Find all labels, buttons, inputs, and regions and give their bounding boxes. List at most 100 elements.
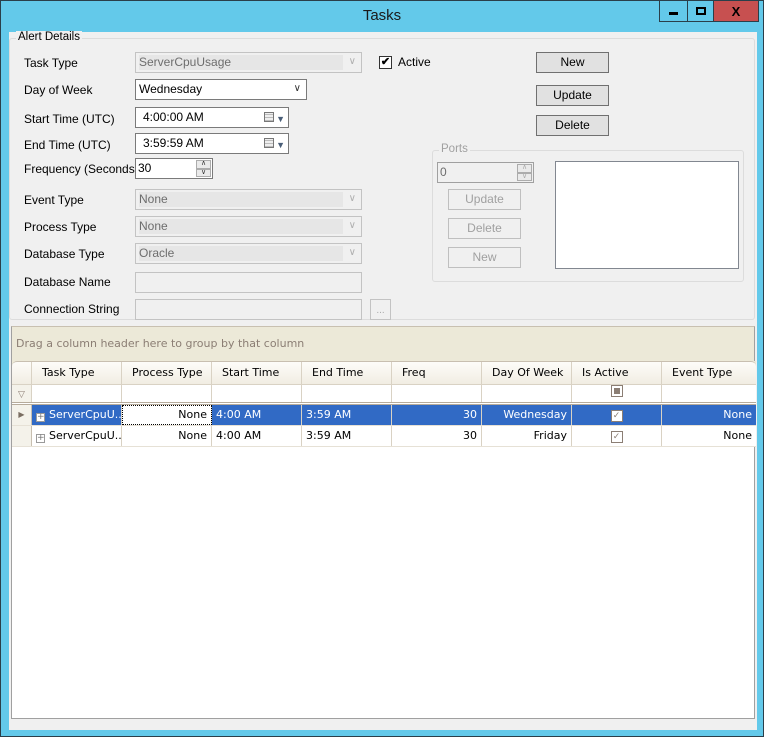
column-header-start-time[interactable]: Start Time	[212, 362, 302, 384]
spin-up-icon[interactable]: ∧	[517, 164, 532, 173]
filter-cell-freq[interactable]	[392, 385, 482, 402]
tasks-grid: Drag a column header here to group by th…	[11, 326, 756, 719]
column-header-freq[interactable]: Freq	[392, 362, 482, 384]
checkbox-checked-icon[interactable]: ✓	[610, 431, 623, 443]
connection-string-label: Connection String	[24, 302, 120, 316]
update-task-button[interactable]: Update	[536, 85, 609, 106]
cell-task-type[interactable]: + ServerCpuU...	[32, 405, 122, 425]
spin-down-icon[interactable]: ∨	[196, 168, 211, 177]
filter-cell-day-of-week[interactable]	[482, 385, 572, 402]
cell-day-of-week[interactable]: Friday	[482, 426, 572, 446]
end-time-label: End Time (UTC)	[24, 138, 111, 152]
row-indicator	[12, 426, 32, 446]
group-by-panel[interactable]: Drag a column header here to group by th…	[12, 327, 754, 361]
cell-freq[interactable]: 30	[392, 426, 482, 446]
column-header-day-of-week[interactable]: Day Of Week	[482, 362, 572, 384]
cell-freq[interactable]: 30	[392, 405, 482, 425]
connection-string-input[interactable]	[135, 299, 362, 320]
chevron-down-icon: ∨	[348, 56, 356, 67]
ports-listbox[interactable]	[555, 161, 739, 269]
cell-task-type[interactable]: + ServerCpuU...	[32, 426, 122, 446]
client-area: Alert Details Task Type ServerCpuUsage ∨…	[9, 31, 757, 730]
minimize-button[interactable]	[659, 1, 687, 22]
event-type-combo[interactable]: None ∨	[135, 189, 362, 210]
cell-is-active[interactable]: ✓	[572, 426, 662, 446]
filter-cell-task-type[interactable]	[32, 385, 122, 402]
delete-task-button[interactable]: Delete	[536, 115, 609, 136]
dropdown-arrow-icon[interactable]: ▼	[276, 110, 285, 129]
task-type-value: ServerCpuUsage	[139, 55, 343, 70]
filter-cell-start-time[interactable]	[212, 385, 302, 402]
column-header-process-type[interactable]: Process Type	[122, 362, 212, 384]
task-type-text: ServerCpuU...	[49, 429, 122, 442]
column-header-is-active[interactable]: Is Active	[572, 362, 662, 384]
dropdown-arrow-icon[interactable]: ▼	[276, 136, 285, 155]
start-time-picker[interactable]: 4:00:00 AM ▼	[135, 107, 289, 128]
table-row[interactable]: ▶ + ServerCpuU... None 4:00 AM 3:59 AM 30…	[12, 405, 756, 426]
port-update-button[interactable]: Update	[448, 189, 521, 210]
filter-cell-end-time[interactable]	[302, 385, 392, 402]
column-header-end-time[interactable]: End Time	[302, 362, 392, 384]
cell-process-type[interactable]: None	[122, 426, 212, 446]
task-type-combo[interactable]: ServerCpuUsage ∨	[135, 52, 362, 73]
process-type-label: Process Type	[24, 220, 97, 234]
active-checkbox[interactable]: ✔ Active	[379, 55, 431, 69]
cell-event-type[interactable]: None	[662, 405, 756, 425]
database-name-input[interactable]	[135, 272, 362, 293]
grid-table: Task Type Process Type Start Time End Ti…	[12, 361, 756, 447]
start-time-value: 4:00:00 AM	[143, 110, 204, 124]
database-name-label: Database Name	[24, 275, 111, 289]
frequency-spinner[interactable]: 30 ∧ ∨	[135, 158, 213, 179]
day-of-week-label: Day of Week	[24, 83, 93, 97]
column-header-event-type[interactable]: Event Type	[662, 362, 756, 384]
process-type-combo[interactable]: None ∨	[135, 216, 362, 237]
maximize-button[interactable]	[687, 1, 713, 22]
cell-process-type[interactable]: None	[122, 405, 212, 425]
filter-cell-process-type[interactable]	[122, 385, 212, 402]
cell-event-type[interactable]: None	[662, 426, 756, 446]
calendar-icon[interactable]	[264, 112, 274, 122]
indeterminate-checkbox-icon[interactable]	[610, 385, 623, 397]
expand-icon[interactable]: +	[36, 434, 45, 443]
ports-legend: Ports	[439, 143, 470, 155]
database-type-label: Database Type	[24, 247, 105, 261]
start-time-label: Start Time (UTC)	[24, 112, 115, 126]
end-time-picker[interactable]: 3:59:59 AM ▼	[135, 133, 289, 154]
cell-end-time[interactable]: 3:59 AM	[302, 426, 392, 446]
row-indicator-header	[12, 362, 32, 384]
port-delete-button[interactable]: Delete	[448, 218, 521, 239]
expand-icon[interactable]: +	[36, 413, 45, 422]
day-of-week-combo[interactable]: Wednesday ∨	[135, 79, 307, 100]
title-bar-buttons: X	[659, 1, 759, 22]
alert-details-legend: Alert Details	[16, 31, 82, 43]
cell-end-time[interactable]: 3:59 AM	[302, 405, 392, 425]
close-button[interactable]: X	[713, 1, 759, 22]
frequency-value: 30	[138, 161, 152, 175]
spin-down-icon[interactable]: ∨	[517, 172, 532, 181]
cell-start-time[interactable]: 4:00 AM	[212, 405, 302, 425]
spin-up-icon[interactable]: ∧	[196, 160, 211, 169]
filter-icon: ▽	[12, 385, 32, 402]
event-type-value: None	[139, 192, 343, 207]
port-new-button[interactable]: New	[448, 247, 521, 268]
port-spinner[interactable]: 0 ∧ ∨	[437, 162, 534, 183]
cell-is-active[interactable]: ✓	[572, 405, 662, 425]
task-type-label: Task Type	[24, 56, 78, 70]
close-icon: X	[731, 3, 741, 19]
filter-cell-is-active[interactable]	[572, 385, 662, 402]
window-title: Tasks	[362, 7, 402, 24]
new-task-button[interactable]: New	[536, 52, 609, 73]
column-header-task-type[interactable]: Task Type	[32, 362, 122, 384]
process-type-value: None	[139, 219, 343, 234]
maximize-icon	[695, 7, 706, 15]
table-row[interactable]: + ServerCpuU... None 4:00 AM 3:59 AM 30 F…	[12, 426, 756, 447]
database-type-combo[interactable]: Oracle ∨	[135, 243, 362, 264]
cell-day-of-week[interactable]: Wednesday	[482, 405, 572, 425]
cell-start-time[interactable]: 4:00 AM	[212, 426, 302, 446]
calendar-icon[interactable]	[264, 138, 274, 148]
tasks-window: Tasks X Alert Details Task Type ServerCp…	[0, 0, 764, 737]
port-value: 0	[440, 165, 447, 179]
browse-connection-button[interactable]: ...	[370, 299, 391, 320]
filter-cell-event-type[interactable]	[662, 385, 756, 402]
checkbox-checked-icon[interactable]: ✓	[610, 410, 623, 422]
